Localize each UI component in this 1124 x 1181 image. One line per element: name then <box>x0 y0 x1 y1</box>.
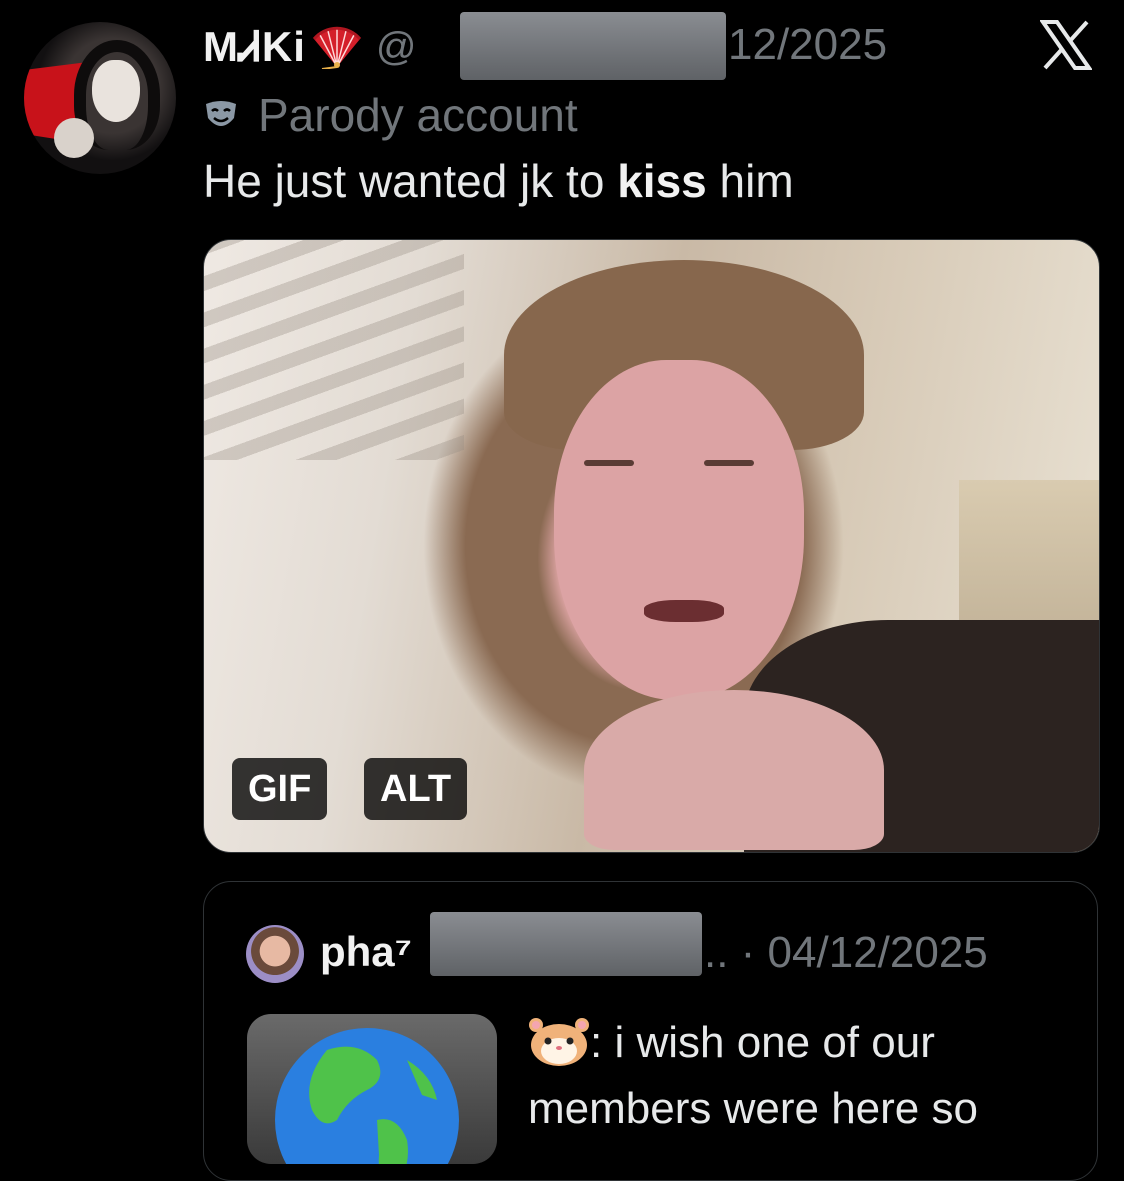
quoted-tweet-text: : i wish one of our members were here so <box>528 1010 1088 1142</box>
tweet-media-gif[interactable]: GIF ALT <box>203 239 1100 853</box>
tweet-text-after: him <box>706 155 794 207</box>
folding-fan-icon <box>312 25 362 70</box>
x-logo-icon <box>1040 20 1092 70</box>
quoted-tweet-text-content: : i wish one of our members were here so <box>528 1018 978 1133</box>
media-window-blinds <box>204 240 464 460</box>
tweet-text-before: He just wanted jk to <box>203 155 618 207</box>
hamster-face-icon <box>529 1018 589 1066</box>
redacted-handle-box <box>460 12 726 80</box>
tweet-date[interactable]: 12/2025 <box>728 20 887 70</box>
media-face <box>554 360 804 700</box>
gif-badge[interactable]: GIF <box>232 758 328 820</box>
author-display-name[interactable]: MᏗKi <box>203 23 306 72</box>
author-avatar[interactable] <box>24 22 176 174</box>
globe-americas-icon <box>275 1028 459 1164</box>
quoted-tweet-date[interactable]: .. · 04/12/2025 <box>704 928 988 978</box>
avatar-face <box>92 60 140 122</box>
avatar-hand <box>54 118 94 158</box>
media-hands <box>584 690 884 850</box>
tweet-text-bold: kiss <box>617 155 707 207</box>
parody-mask-icon <box>206 101 236 126</box>
author-handle[interactable]: @ <box>376 25 417 70</box>
media-eye-right <box>704 460 754 466</box>
quoted-media-thumbnail[interactable] <box>247 1014 497 1164</box>
quoted-author-avatar[interactable] <box>246 925 304 983</box>
redacted-quoted-handle-box <box>430 912 702 976</box>
alt-badge[interactable]: ALT <box>364 758 468 820</box>
tweet-text: He just wanted jk to kiss him <box>203 154 794 208</box>
author-name-row: MᏗKi @ <box>203 22 416 72</box>
parody-account-row: Parody account <box>204 88 578 142</box>
parody-account-label: Parody account <box>258 89 578 141</box>
media-eye-left <box>584 460 634 466</box>
quoted-author-name[interactable]: pha⁷ <box>320 928 412 976</box>
media-mouth <box>644 600 724 622</box>
